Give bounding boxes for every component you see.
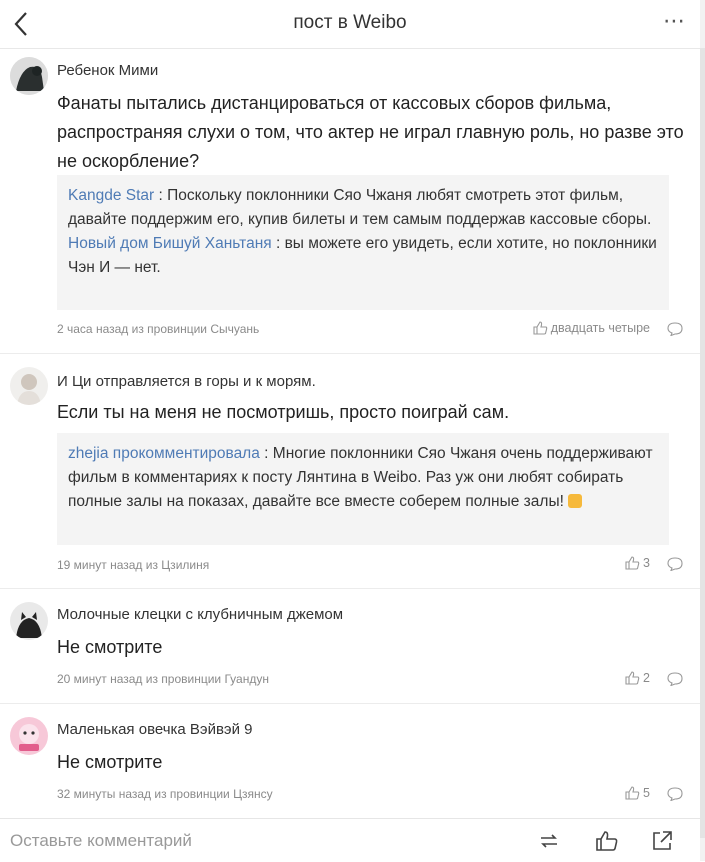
top-bar: пост в Weibo ⋯	[0, 0, 700, 49]
comment-text: Фанаты пытались дистанцироваться от касс…	[57, 93, 684, 171]
comment-item: Ребенок Мими Фанаты пытались дистанциров…	[0, 49, 700, 354]
scrollbar[interactable]	[700, 0, 705, 861]
avatar[interactable]	[10, 717, 48, 755]
comment-author[interactable]: Молочные клецки с клубничным джемом	[57, 606, 343, 623]
like-icon	[625, 556, 640, 570]
comment-author[interactable]: Маленькая овечка Вэйвэй 9	[57, 721, 252, 738]
reply-author[interactable]: Новый дом Бишуй Ханьтаня	[68, 235, 272, 252]
like-icon[interactable]	[595, 829, 619, 853]
avatar-image	[10, 57, 48, 95]
like-button[interactable]: 3	[625, 556, 650, 570]
reply-author[interactable]: zhejia прокомментировала	[68, 445, 260, 462]
like-button[interactable]: двадцать четыре	[533, 321, 650, 335]
avatar-image	[10, 367, 48, 405]
reply-icon[interactable]	[667, 672, 683, 686]
like-count: 2	[643, 671, 650, 685]
comment-meta: 2 часа назад из провинции Сычуань	[57, 322, 260, 336]
reply-icon[interactable]	[667, 787, 683, 801]
more-icon: ⋯	[663, 8, 686, 33]
reply-icon[interactable]	[667, 322, 683, 336]
like-icon	[625, 786, 640, 800]
reply-text: : Поскольку поклонники Сяо Чжаня любят с…	[68, 187, 652, 228]
share-icon[interactable]	[650, 829, 674, 853]
bottom-bar: Оставьте комментарий	[0, 818, 700, 862]
comment-input[interactable]: Оставьте комментарий	[10, 831, 192, 851]
comment-meta: 32 минуты назад из провинции Цзянсу	[57, 787, 273, 801]
avatar-image	[10, 602, 48, 640]
more-button[interactable]: ⋯	[663, 8, 686, 34]
comment-author[interactable]: Ребенок Мими	[57, 62, 158, 79]
reply-author[interactable]: Kangde Star	[68, 187, 154, 204]
reply-icon[interactable]	[667, 557, 683, 571]
reply-box[interactable]: Kangde Star : Поскольку поклонники Сяо Ч…	[57, 175, 669, 310]
comment-text: Не смотрите	[57, 637, 163, 657]
like-count: двадцать четыре	[550, 321, 650, 335]
comment-meta: 19 минут назад из Цзилиня	[57, 558, 210, 572]
emoji-icon	[568, 494, 583, 508]
like-icon	[533, 321, 548, 335]
comment-text: Не смотрите	[57, 752, 163, 772]
comment-author[interactable]: И Ци отправляется в горы и к морям.	[57, 373, 316, 390]
repost-icon[interactable]	[537, 829, 561, 853]
like-count: 5	[643, 786, 650, 800]
like-count: 3	[643, 556, 650, 570]
reply-box[interactable]: zhejia прокомментировала : Многие поклон…	[57, 433, 669, 545]
like-button[interactable]: 2	[625, 671, 650, 685]
comment-item: Маленькая овечка Вэйвэй 9 Не смотрите 32…	[0, 703, 700, 818]
comment-meta: 20 минут назад из провинции Гуандун	[57, 672, 269, 686]
like-button[interactable]: 5	[625, 786, 650, 800]
avatar[interactable]	[10, 57, 48, 95]
comment-text: Если ты на меня не посмотришь, просто по…	[57, 402, 510, 422]
like-icon	[625, 671, 640, 685]
comment-item: И Ци отправляется в горы и к морям. Если…	[0, 353, 700, 589]
avatar-image	[10, 717, 48, 755]
comment-item: Молочные клецки с клубничным джемом Не с…	[0, 588, 700, 704]
avatar[interactable]	[10, 367, 48, 405]
avatar[interactable]	[10, 602, 48, 640]
page-title: пост в Weibo	[293, 12, 407, 33]
scrollbar-thumb[interactable]	[700, 48, 705, 838]
